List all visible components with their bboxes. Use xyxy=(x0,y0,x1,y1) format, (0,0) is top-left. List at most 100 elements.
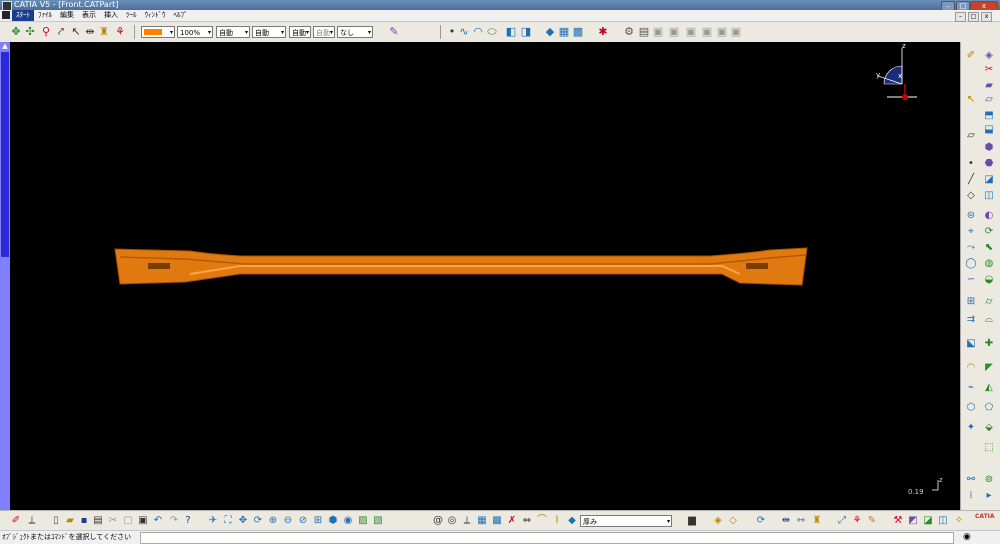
axis-icon[interactable]: ⟂ xyxy=(26,515,38,527)
move-icon[interactable]: ✣ xyxy=(24,26,36,38)
print-icon[interactable]: ▤ xyxy=(92,515,104,527)
highlight-icon[interactable]: ✧ xyxy=(953,515,965,527)
apply-material-icon[interactable]: ◇ xyxy=(727,515,739,527)
draft-icon[interactable]: ⬠ xyxy=(983,402,995,414)
save-icon[interactable]: ▪ xyxy=(78,515,90,527)
grid-icon[interactable]: ▦ xyxy=(476,515,488,527)
menu-start[interactable]: ｽﾀｰﾄ xyxy=(12,10,34,21)
wrap-icon[interactable]: ⌁ xyxy=(965,382,977,394)
analysis-tool-icon[interactable]: ⚘ xyxy=(851,515,863,527)
menu-view[interactable]: 表示 xyxy=(78,10,100,21)
circle-icon[interactable]: ◯ xyxy=(965,258,977,270)
porcupine-icon[interactable]: ◪ xyxy=(922,515,934,527)
connect-checker-icon[interactable]: ◩ xyxy=(907,515,919,527)
intersection-icon[interactable]: ⌖ xyxy=(965,226,977,238)
curvature-icon[interactable]: ⚒ xyxy=(892,515,904,527)
extrapolate-icon[interactable]: ⬉ xyxy=(983,242,995,254)
spline-icon[interactable]: ∽ xyxy=(965,274,977,286)
line-tool-icon[interactable]: ╱ xyxy=(965,174,977,186)
law-tool-icon[interactable]: ⚯ xyxy=(965,474,977,486)
operation-icon[interactable]: ◈ xyxy=(983,50,995,62)
advanced-icon[interactable]: ✦ xyxy=(965,422,977,434)
projection-icon[interactable]: ⊜ xyxy=(965,210,977,222)
doc-close-button[interactable]: x xyxy=(981,12,992,22)
trap-select-icon[interactable]: ↖ xyxy=(70,26,82,38)
volume-icon[interactable]: ⬭ xyxy=(486,26,498,38)
snap-icon[interactable]: ⚲ xyxy=(40,26,52,38)
measure-between-icon[interactable]: ⇹ xyxy=(780,515,792,527)
point-symbol-combo[interactable]: 自動 ▾ xyxy=(289,26,311,38)
inertia-icon[interactable]: ♜ xyxy=(811,515,823,527)
material-icon[interactable]: ◈ xyxy=(712,515,724,527)
eye-icon[interactable]: ◉ xyxy=(963,531,971,544)
dimension-icon[interactable]: ⇹ xyxy=(84,26,96,38)
parallel-curve-icon[interactable]: ⤳ xyxy=(965,242,977,254)
plane-tool-icon[interactable]: ◇ xyxy=(965,190,977,202)
layer-combo[interactable]: なし ▾ xyxy=(337,26,373,38)
compass[interactable]: z y x xyxy=(876,42,917,100)
menu-edit[interactable]: 編集 xyxy=(56,10,78,21)
reaction-icon[interactable]: ▣ xyxy=(730,26,742,38)
line-type-combo[interactable]: 自動 ▾ xyxy=(252,26,286,38)
disassemble-icon[interactable]: ◭ xyxy=(983,382,995,394)
open-folder-icon[interactable]: ▰ xyxy=(64,515,76,527)
draft-analysis-icon[interactable]: ✎ xyxy=(866,515,878,527)
brush-icon[interactable]: ✐ xyxy=(10,515,22,527)
zoom-in-icon[interactable]: ⊕ xyxy=(267,515,279,527)
painter-icon[interactable]: ✎ xyxy=(388,26,400,38)
doc-minimize-button[interactable]: – xyxy=(955,12,966,22)
snap-grid-icon[interactable]: ▩ xyxy=(491,515,503,527)
rotate-icon[interactable]: ⟳ xyxy=(252,515,264,527)
menu-help[interactable]: ﾍﾙﾌﾟ xyxy=(170,10,192,21)
transparency-combo[interactable]: 100% ▾ xyxy=(177,26,213,38)
pan-view-icon[interactable]: ✥ xyxy=(237,515,249,527)
fillet-icon[interactable]: ◐ xyxy=(983,210,995,222)
point-tool-icon[interactable]: • xyxy=(965,158,977,170)
knowledge-icon[interactable]: ✱ xyxy=(597,26,609,38)
reflect-icon[interactable]: ◫ xyxy=(937,515,949,527)
split-icon[interactable]: ✂ xyxy=(983,64,995,76)
undo-icon[interactable]: ↶ xyxy=(152,515,164,527)
sweep-icon[interactable]: ◪ xyxy=(983,174,995,186)
boundary-icon[interactable]: ⌓ xyxy=(983,314,995,326)
help-icon[interactable]: ? xyxy=(182,515,194,527)
multi-view-icon[interactable]: ⊞ xyxy=(312,515,324,527)
thickness-icon[interactable]: ▰ xyxy=(983,80,995,92)
grid-tool-icon[interactable]: ⊚ xyxy=(983,474,995,486)
menu-tools[interactable]: ﾂｰﾙ xyxy=(122,10,141,21)
measure-icon[interactable]: ♜ xyxy=(98,26,110,38)
std2-icon[interactable]: ▩ xyxy=(572,26,584,38)
curve-icon[interactable]: ∿ xyxy=(458,26,470,38)
surface-icon[interactable]: ◠ xyxy=(472,26,484,38)
cursor-icon[interactable]: ↖ xyxy=(965,94,977,106)
thickness-combo[interactable]: 厚み ▾ xyxy=(580,515,672,527)
formula-icon[interactable]: ▣ xyxy=(652,26,664,38)
color-combo[interactable]: ▾ xyxy=(141,26,175,38)
apply-dressup-icon[interactable]: ⤢ xyxy=(836,515,848,527)
law-icon[interactable]: ▣ xyxy=(668,26,680,38)
scroll-thumb[interactable] xyxy=(1,52,9,257)
more-tools-icon[interactable]: ▸ xyxy=(983,490,995,502)
cylinder-icon[interactable]: ⌭ xyxy=(983,296,995,308)
check-icon[interactable]: ▣ xyxy=(716,26,728,38)
volume-tool-icon[interactable]: ⬚ xyxy=(983,442,995,454)
dots-icon[interactable]: ⁞ xyxy=(965,490,977,502)
doc-restore-button[interactable]: □ xyxy=(968,12,979,22)
surface-tool-icon[interactable]: ◆ xyxy=(566,515,578,527)
compass-tool-icon[interactable]: ⟂ xyxy=(461,515,473,527)
offset-icon[interactable]: ▱ xyxy=(983,94,995,106)
command-input[interactable] xyxy=(140,532,954,544)
vertical-scrollbar[interactable]: ▲ xyxy=(0,42,10,510)
shading-icon[interactable]: ◉ xyxy=(342,515,354,527)
fill-icon[interactable]: ⬢ xyxy=(983,142,995,154)
paste-icon[interactable]: ▣ xyxy=(137,515,149,527)
cut-icon[interactable]: ✂ xyxy=(107,515,119,527)
render-icon[interactable]: ◆ xyxy=(544,26,556,38)
join-icon[interactable]: ⬓ xyxy=(983,124,995,136)
fly-mode-icon[interactable]: ✈ xyxy=(207,515,219,527)
copy-icon[interactable]: ▢ xyxy=(122,515,134,527)
line-width-combo[interactable]: 自動 ▾ xyxy=(216,26,250,38)
analysis-icon[interactable]: ⚘ xyxy=(114,26,126,38)
shape-morph-icon[interactable]: ⬡ xyxy=(965,402,977,414)
parameter-icon[interactable]: ▣ xyxy=(685,26,697,38)
